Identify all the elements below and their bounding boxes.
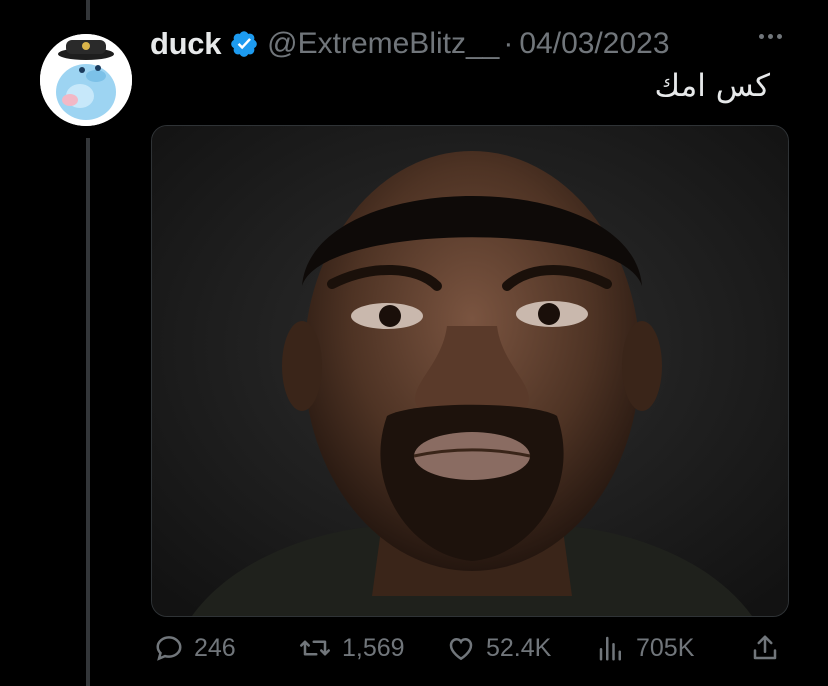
verified-badge-icon [229, 29, 259, 59]
user-handle[interactable]: @ExtremeBlitz__ [267, 27, 499, 61]
display-name[interactable]: duck [150, 26, 221, 62]
retweet-count: 1,569 [342, 633, 405, 662]
retweet-arrows-icon [300, 640, 330, 656]
thread-connector-line [86, 0, 90, 20]
separator-dot: · [503, 27, 514, 60]
bar-chart-icon [599, 636, 621, 661]
views-button[interactable]: 705K [596, 633, 694, 663]
views-count: 705K [636, 633, 695, 662]
duck-avatar-icon [40, 34, 132, 126]
portrait-photo [152, 126, 788, 616]
heart-icon [449, 637, 473, 661]
avatar[interactable] [40, 34, 132, 126]
tweet-text: كس امك [654, 68, 770, 104]
tweet-actions-bar: 246 1,569 52.4K 705K [150, 633, 788, 673]
share-button[interactable] [750, 633, 780, 663]
tweet-date[interactable]: 04/03/2023 [519, 27, 669, 61]
reply-bubble-icon [156, 636, 182, 661]
tweet-header: duck @ExtremeBlitz__ · 04/03/2023 [150, 24, 670, 64]
reply-button[interactable]: 246 [154, 633, 236, 663]
more-dots-icon[interactable] [759, 34, 782, 39]
like-count: 52.4K [486, 633, 552, 662]
like-button[interactable]: 52.4K [446, 633, 551, 663]
share-upload-icon [753, 635, 777, 660]
retweet-button[interactable]: 1,569 [298, 633, 405, 663]
thread-connector-line [86, 138, 90, 686]
reply-count: 246 [194, 633, 236, 662]
tweet-media-image[interactable] [151, 125, 789, 617]
